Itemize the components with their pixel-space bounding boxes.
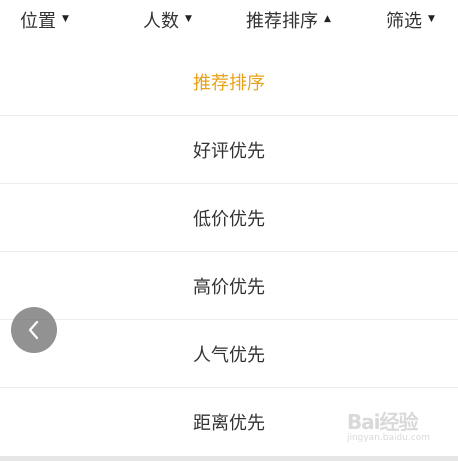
sort-options-list: 推荐排序 好评优先 低价优先 高价优先 人气优先 距离优先 xyxy=(0,48,458,456)
sort-option-label: 人气优先 xyxy=(193,344,265,366)
filter-bar: 位置 ▼ 人数 ▼ 推荐排序 ▲ 筛选 ▼ xyxy=(0,0,458,40)
tab-location-label: 位置 xyxy=(20,11,56,32)
tab-sort[interactable]: 推荐排序 ▲ xyxy=(246,0,331,40)
watermark-logo: Bai经验 jingyan.baidu.com xyxy=(347,406,430,443)
sort-option-label: 距离优先 xyxy=(193,413,265,434)
tab-location[interactable]: 位置 ▼ xyxy=(20,0,69,40)
sort-option-recommended[interactable]: 推荐排序 xyxy=(0,48,458,116)
sort-option-best-rated[interactable]: 好评优先 xyxy=(0,116,458,184)
watermark-subtext: jingyan.baidu.com xyxy=(346,433,430,443)
sort-option-label: 推荐排序 xyxy=(193,72,265,94)
sort-option-label: 好评优先 xyxy=(193,140,265,162)
sort-option-highest-price[interactable]: 高价优先 xyxy=(0,252,458,320)
tab-filter-label: 筛选 xyxy=(386,11,422,32)
sort-option-label: 低价优先 xyxy=(193,208,265,230)
sort-option-lowest-price[interactable]: 低价优先 xyxy=(0,184,458,252)
sort-option-label: 高价优先 xyxy=(193,276,265,298)
tab-sort-label: 推荐排序 xyxy=(246,11,318,32)
caret-down-icon: ▼ xyxy=(62,14,69,24)
sort-option-popularity[interactable]: 人气优先 xyxy=(0,320,458,388)
back-button[interactable] xyxy=(11,307,57,353)
caret-down-icon: ▼ xyxy=(428,14,435,24)
caret-down-icon: ▼ xyxy=(185,14,192,24)
tab-filter[interactable]: 筛选 ▼ xyxy=(386,0,435,40)
tab-people-label: 人数 xyxy=(143,11,179,32)
bottom-divider xyxy=(0,456,458,461)
tab-people[interactable]: 人数 ▼ xyxy=(143,0,192,40)
sort-dropdown-page: 位置 ▼ 人数 ▼ 推荐排序 ▲ 筛选 ▼ 推荐排序 好评优先 低价优先 高价优… xyxy=(0,0,458,461)
watermark-text: Bai经验 xyxy=(346,410,419,434)
chevron-left-icon xyxy=(28,320,39,340)
caret-up-icon: ▲ xyxy=(324,14,331,24)
